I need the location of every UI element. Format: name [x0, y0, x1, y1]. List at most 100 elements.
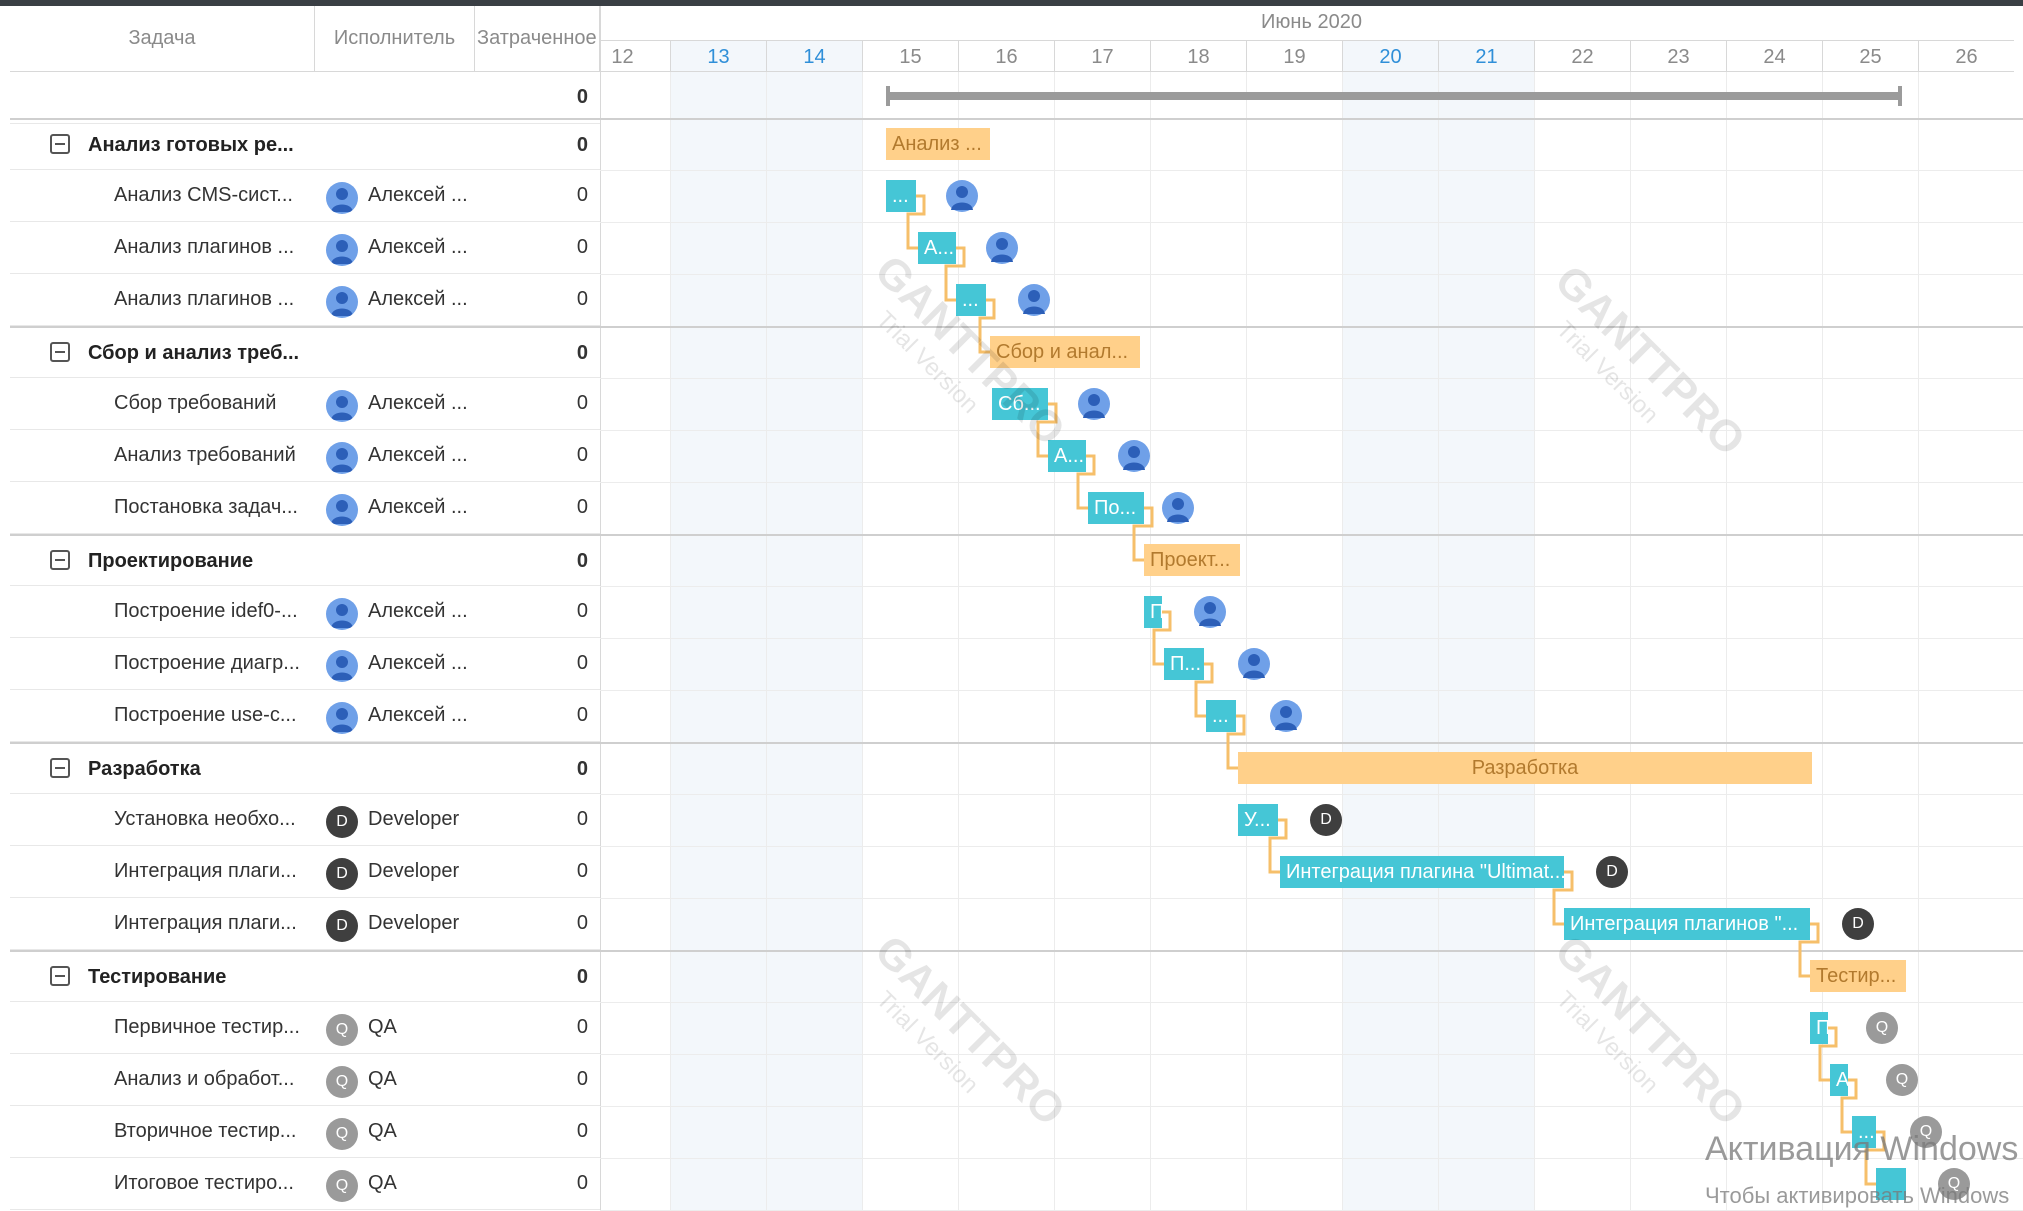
assignee-name[interactable]: Developer — [368, 912, 459, 935]
task-row[interactable]: Установка необхо... D Developer 0 — [10, 794, 600, 846]
task-name[interactable]: Анализ плагинов ... — [114, 236, 294, 259]
group-bar[interactable]: Тестир... — [1810, 960, 1906, 992]
task-bar[interactable]: А... — [1048, 440, 1086, 472]
group-name[interactable]: Проектирование — [88, 550, 253, 573]
task-name[interactable]: Интеграция плаги... — [114, 860, 297, 883]
assignee-name[interactable]: Алексей ... — [368, 600, 468, 623]
task-row[interactable]: Интеграция плаги... D Developer 0 — [10, 846, 600, 898]
group-row[interactable]: Разработка 0 — [10, 742, 600, 794]
collapse-toggle-icon[interactable] — [50, 342, 70, 362]
task-row[interactable]: Анализ и обработ... Q QA 0 — [10, 1054, 600, 1106]
task-row[interactable]: Сбор требований Алексей ... 0 — [10, 378, 600, 430]
assignee-name[interactable]: Developer — [368, 860, 459, 883]
group-row[interactable]: Сбор и анализ треб... 0 — [10, 326, 600, 378]
group-bar[interactable]: Анализ ... — [886, 128, 990, 160]
task-bar[interactable]: ... — [1206, 700, 1236, 732]
task-row[interactable]: Анализ требований Алексей ... 0 — [10, 430, 600, 482]
column-header-spent[interactable]: Затраченное — [475, 6, 600, 72]
user-avatar-icon — [326, 598, 358, 630]
task-spent: 0 — [576, 912, 588, 934]
assignee-name[interactable]: Developer — [368, 808, 459, 831]
collapse-toggle-icon[interactable] — [50, 966, 70, 986]
group-name[interactable]: Разработка — [88, 758, 201, 781]
task-spent: 0 — [576, 1120, 588, 1142]
group-bar[interactable]: Разработка — [1238, 752, 1812, 784]
task-name[interactable]: Построение idef0-... — [114, 600, 298, 623]
task-row[interactable]: Анализ CMS-сист... Алексей ... 0 — [10, 170, 600, 222]
user-avatar-icon — [326, 702, 358, 734]
task-name[interactable]: Анализ и обработ... — [114, 1068, 294, 1091]
task-name[interactable]: Установка необхо... — [114, 808, 296, 831]
task-bar[interactable]: ... — [886, 180, 916, 212]
task-bar[interactable]: А — [1830, 1064, 1848, 1096]
task-row[interactable]: Построение idef0-... Алексей ... 0 — [10, 586, 600, 638]
assignee-name[interactable]: QA — [368, 1016, 397, 1039]
assignee-name[interactable]: Алексей ... — [368, 236, 468, 259]
task-bar[interactable]: По... — [1088, 492, 1144, 524]
task-name[interactable]: Построение диагр... — [114, 652, 300, 675]
assignee-name[interactable]: Алексей ... — [368, 288, 468, 311]
task-bar[interactable]: П... — [1164, 648, 1204, 680]
task-name[interactable]: Интеграция плаги... — [114, 912, 297, 935]
task-row[interactable]: Постановка задач... Алексей ... 0 — [10, 482, 600, 534]
assignee-name[interactable]: Алексей ... — [368, 652, 468, 675]
task-row[interactable]: Итоговое тестиро... Q QA 0 — [10, 1158, 600, 1210]
assignee-name[interactable]: QA — [368, 1172, 397, 1195]
task-spent: 0 — [576, 1068, 588, 1090]
task-name[interactable]: Сбор требований — [114, 392, 276, 415]
assignee-name[interactable]: Алексей ... — [368, 704, 468, 727]
collapse-toggle-icon[interactable] — [50, 550, 70, 570]
group-row[interactable]: Тестирование 0 — [10, 950, 600, 1002]
task-name[interactable]: Анализ требований — [114, 444, 296, 467]
collapse-toggle-icon[interactable] — [50, 758, 70, 778]
task-bar[interactable]: Интеграция плагина "Ultimat... — [1280, 856, 1564, 888]
task-bar[interactable]: П — [1810, 1012, 1828, 1044]
assignee-name[interactable]: Алексей ... — [368, 392, 468, 415]
task-spent: 0 — [576, 236, 588, 258]
task-bar[interactable]: Интеграция плагинов "... — [1564, 908, 1810, 940]
task-name[interactable]: Итоговое тестиро... — [114, 1172, 294, 1195]
task-spent: 0 — [576, 652, 588, 674]
group-spent: 0 — [576, 134, 588, 156]
collapse-toggle-icon[interactable] — [50, 134, 70, 154]
group-bar[interactable]: Проект... — [1144, 544, 1240, 576]
assignee-name[interactable]: Алексей ... — [368, 496, 468, 519]
task-row[interactable]: Анализ плагинов ... Алексей ... 0 — [10, 222, 600, 274]
task-spent: 0 — [576, 184, 588, 206]
task-name[interactable]: Первичное тестир... — [114, 1016, 300, 1039]
assignee-avatar: Q — [326, 1066, 358, 1098]
task-bar[interactable]: П — [1144, 596, 1162, 628]
group-spent: 0 — [576, 966, 588, 988]
task-row[interactable]: Вторичное тестир... Q QA 0 — [10, 1106, 600, 1158]
assignee-name[interactable]: Алексей ... — [368, 444, 468, 467]
gantt-chart[interactable]: Июнь 2020 12 13 14 15 16 17 18 19 20 21 22 23 24 25 26… — [600, 6, 2023, 1211]
user-avatar-icon — [1078, 388, 1110, 420]
group-spent: 0 — [576, 758, 588, 780]
assignee-avatar: Q — [326, 1014, 358, 1046]
group-name[interactable]: Анализ готовых ре... — [88, 134, 294, 157]
user-avatar-icon — [946, 180, 978, 212]
task-name[interactable]: Построение use-c... — [114, 704, 297, 727]
task-name[interactable]: Постановка задач... — [114, 496, 298, 519]
task-name[interactable]: Вторичное тестир... — [114, 1120, 296, 1143]
task-name[interactable]: Анализ CMS-сист... — [114, 184, 293, 207]
assignee-name[interactable]: Алексей ... — [368, 184, 468, 207]
task-row[interactable]: Первичное тестир... Q QA 0 — [10, 1002, 600, 1054]
group-row[interactable]: Проектирование 0 — [10, 534, 600, 586]
user-avatar-icon — [326, 390, 358, 422]
group-name[interactable]: Сбор и анализ треб... — [88, 342, 299, 365]
column-header-assignee[interactable]: Исполнитель — [315, 6, 475, 72]
task-bar[interactable]: У... — [1238, 804, 1278, 836]
task-row[interactable]: Построение use-c... Алексей ... 0 — [10, 690, 600, 742]
task-row[interactable]: Интеграция плаги... D Developer 0 — [10, 898, 600, 950]
column-header-task[interactable]: Задача — [10, 6, 315, 72]
group-name[interactable]: Тестирование — [88, 966, 226, 989]
task-row[interactable]: Построение диагр... Алексей ... 0 — [10, 638, 600, 690]
group-row[interactable]: Анализ готовых ре... 0 — [10, 118, 600, 170]
task-bar[interactable]: А... — [918, 232, 956, 264]
assignee-name[interactable]: QA — [368, 1120, 397, 1143]
total-spent: 0 — [576, 86, 588, 108]
task-row[interactable]: Анализ плагинов ... Алексей ... 0 — [10, 274, 600, 326]
assignee-name[interactable]: QA — [368, 1068, 397, 1091]
task-name[interactable]: Анализ плагинов ... — [114, 288, 294, 311]
